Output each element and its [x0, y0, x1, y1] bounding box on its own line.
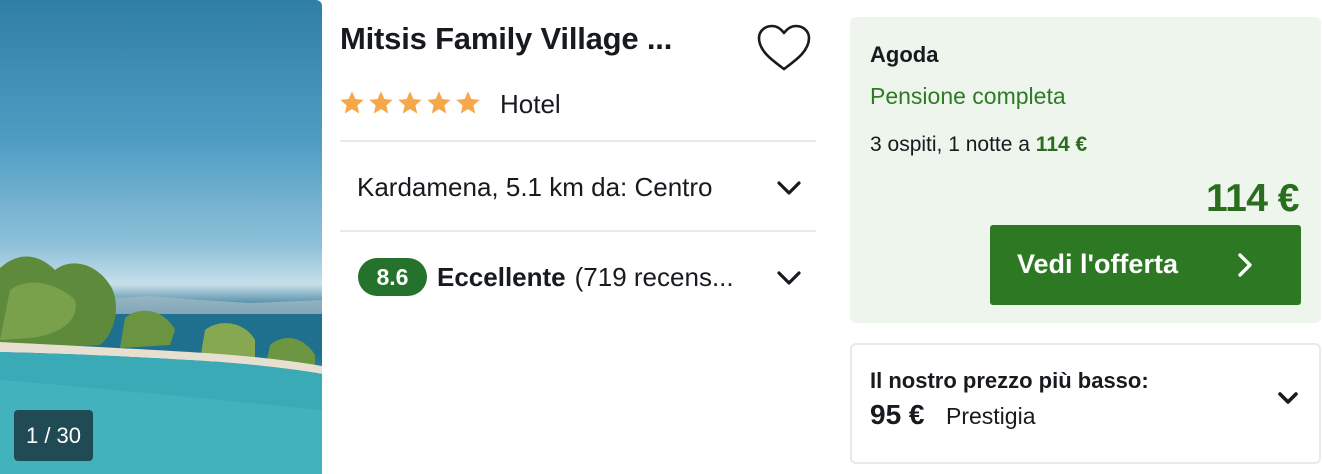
deal-provider: Agoda — [870, 42, 939, 67]
pool-scene — [0, 256, 322, 474]
meal-plan: Pensione completa — [870, 83, 1066, 109]
rating-label: Eccellente — [437, 261, 566, 292]
star-icon — [340, 91, 364, 114]
accommodation-type: Hotel — [500, 89, 561, 119]
rating-row[interactable]: 8.6 Eccellente (719 recens... — [340, 233, 816, 321]
divider — [340, 230, 816, 232]
chevron-down-icon — [1278, 392, 1298, 404]
lowest-price-box[interactable]: Il nostro prezzo più basso: 95 € Prestig… — [850, 343, 1321, 464]
star-icon — [398, 91, 422, 114]
chevron-down-icon — [777, 271, 801, 285]
hotel-photo[interactable]: 1 / 30 — [0, 0, 322, 474]
view-deal-button[interactable]: Vedi l'offerta — [990, 225, 1301, 305]
deal-price: 114 € — [1206, 177, 1299, 220]
star-rating — [338, 88, 482, 122]
lowest-price-value: 95 € — [870, 399, 925, 430]
lowest-price-label: Il nostro prezzo più basso: — [870, 368, 1149, 393]
view-deal-label: Vedi l'offerta — [1017, 249, 1178, 279]
rating-badge: 8.6 — [358, 258, 427, 296]
divider — [340, 140, 816, 142]
photo-counter: 1 / 30 — [14, 410, 93, 461]
deal-box[interactable]: Agoda Pensione completa 3 ospiti, 1 nott… — [850, 17, 1321, 323]
lowest-price-provider: Prestigia — [946, 403, 1036, 429]
guests-text: 3 ospiti, 1 notte a — [870, 133, 1030, 156]
location-text: Kardamena, 5.1 km da: Centro — [357, 171, 713, 202]
guests-info: 3 ospiti, 1 notte a 114 € — [870, 133, 1087, 157]
heart-icon[interactable] — [754, 22, 814, 74]
star-icon — [456, 91, 480, 114]
review-count: (719 recens... — [574, 261, 734, 292]
chevron-right-icon — [1238, 253, 1252, 277]
chevron-down-icon — [777, 181, 801, 195]
hotel-name[interactable]: Mitsis Family Village ... — [340, 21, 672, 57]
location-row[interactable]: Kardamena, 5.1 km da: Centro — [340, 143, 816, 231]
star-icon — [369, 91, 393, 114]
guests-price: 114 € — [1035, 133, 1088, 156]
star-icon — [427, 91, 451, 114]
